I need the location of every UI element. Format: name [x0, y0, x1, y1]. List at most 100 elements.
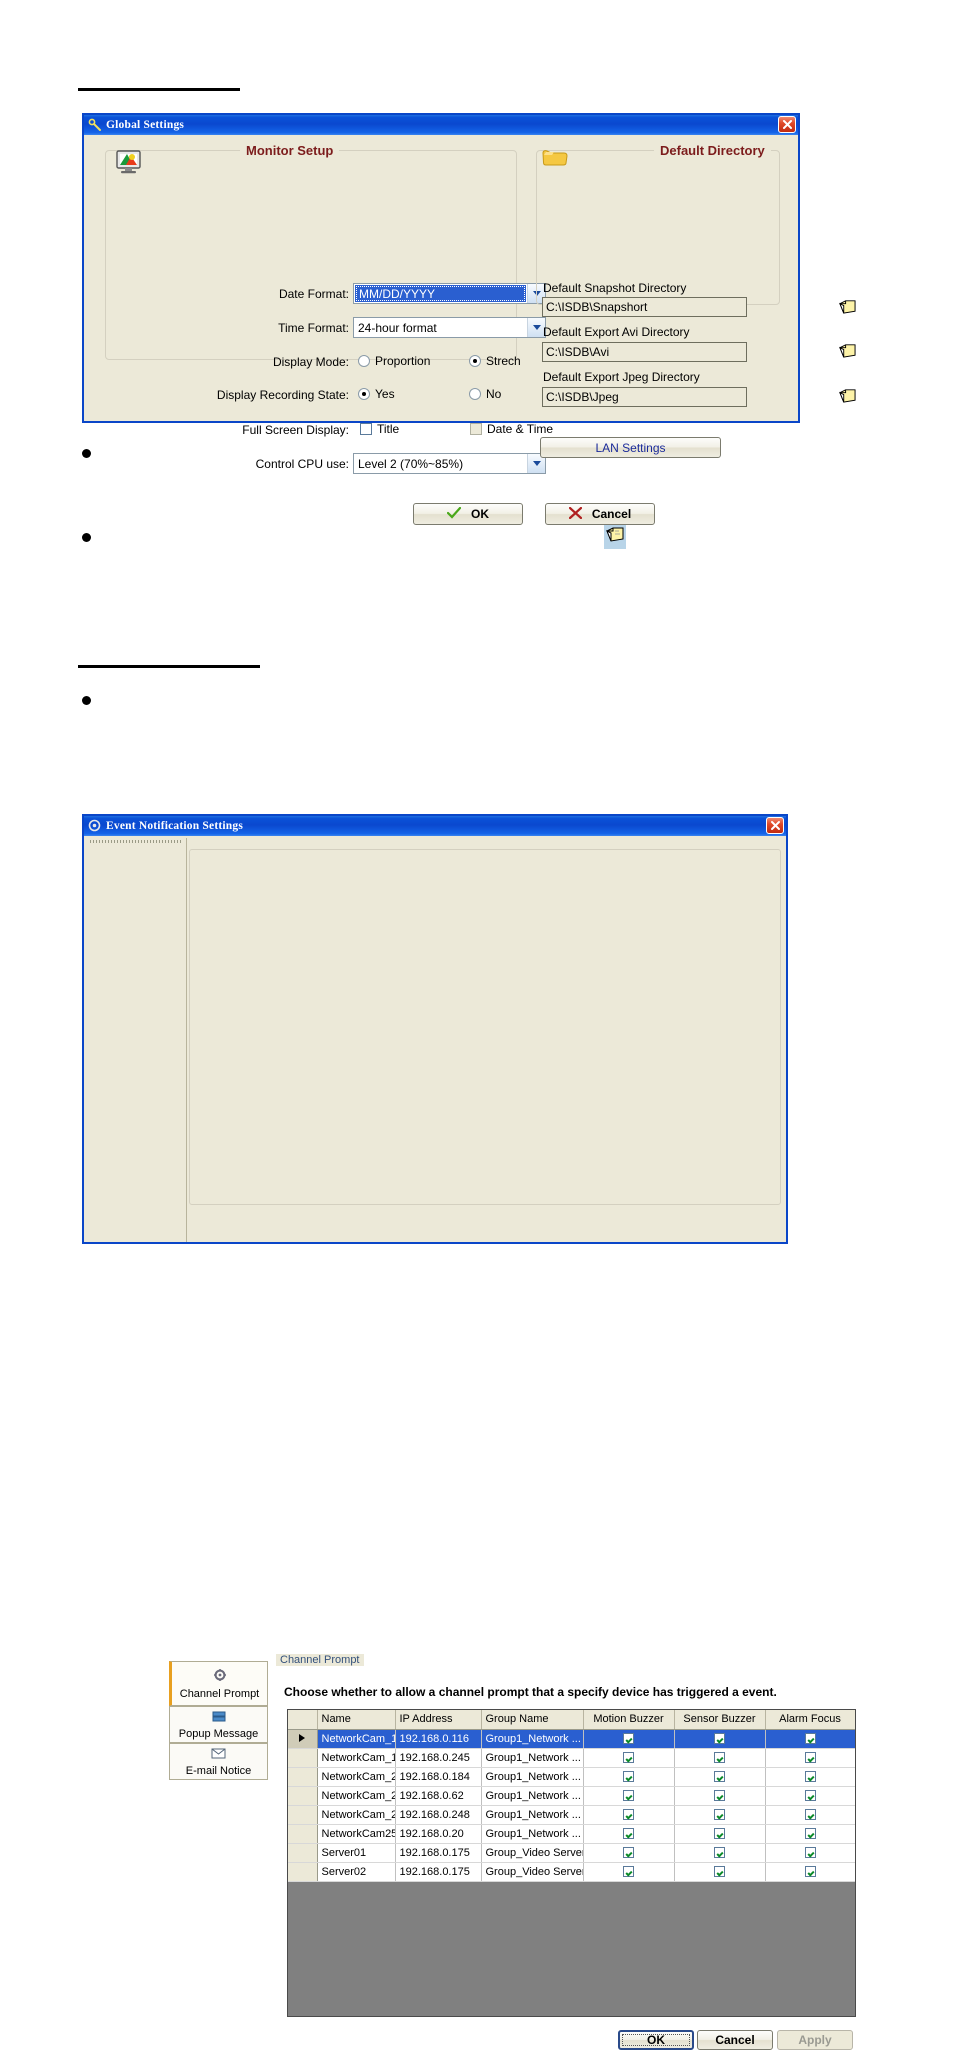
cell-sensor-buzzer[interactable]	[674, 1805, 766, 1825]
table-row[interactable]: NetworkCam25 192.168.0.20 Group1_Network…	[288, 1824, 855, 1844]
display-mode-strech-radio[interactable]: Strech	[469, 354, 521, 368]
cell-motion-buzzer[interactable]	[583, 1843, 675, 1863]
checkbox-alarm[interactable]	[804, 1828, 816, 1840]
checkbox-motion[interactable]	[623, 1733, 634, 1745]
cell-motion-buzzer[interactable]	[583, 1767, 675, 1787]
devices-table: Name IP Address Group Name Motion Buzzer…	[288, 1710, 855, 1882]
date-format-combo[interactable]: MM/DD/YYYY	[353, 283, 546, 304]
cell-alarm-focus[interactable]	[765, 1862, 855, 1882]
display-mode-label: Display Mode:	[272, 355, 349, 369]
ok-button[interactable]: OK	[618, 2030, 694, 2050]
cell-alarm-focus[interactable]	[765, 1805, 855, 1825]
sidebar-item-email-notice[interactable]: E-mail Notice	[169, 1743, 268, 1780]
default-export-jpeg-dir-input[interactable]: C:\ISDB\Jpeg	[542, 387, 747, 407]
browse-avi-folder-icon[interactable]	[838, 342, 857, 364]
checkbox-sensor[interactable]	[714, 1828, 725, 1840]
checkbox-sensor[interactable]	[714, 1809, 725, 1821]
col-name[interactable]: Name	[317, 1710, 396, 1730]
ok-button[interactable]: OK	[413, 503, 523, 525]
table-row[interactable]: NetworkCam_24 192.168.0.184 Group1_Netwo…	[288, 1767, 855, 1787]
cell-motion-buzzer[interactable]	[583, 1805, 675, 1825]
display-recording-no-radio[interactable]: No	[469, 387, 501, 401]
col-alarm-focus[interactable]: Alarm Focus	[765, 1710, 855, 1730]
cell-sensor-buzzer[interactable]	[674, 1767, 766, 1787]
sidebar-item-label: Channel Prompt	[179, 1687, 260, 1700]
checkbox-alarm[interactable]	[804, 1771, 816, 1783]
table-row[interactable]: NetworkCam_14 192.168.0.245 Group1_Netwo…	[288, 1748, 855, 1768]
table-row[interactable]: Server02 192.168.0.175 Group_Video Serve…	[288, 1862, 855, 1882]
close-icon[interactable]	[778, 116, 796, 133]
col-motion-buzzer[interactable]: Motion Buzzer	[583, 1710, 675, 1730]
checkbox-sensor[interactable]	[714, 1866, 725, 1878]
time-format-combo[interactable]: 24-hour format	[353, 317, 546, 338]
sidebar-item-channel-prompt[interactable]: Channel Prompt	[169, 1661, 268, 1706]
checkbox-alarm[interactable]	[804, 1847, 816, 1859]
checkbox-motion[interactable]	[623, 1752, 634, 1764]
checkbox-alarm[interactable]	[804, 1752, 816, 1764]
checkbox-sensor[interactable]	[714, 1752, 725, 1764]
cell-sensor-buzzer[interactable]	[674, 1786, 766, 1806]
cell-alarm-focus[interactable]	[765, 1824, 855, 1844]
cancel-button[interactable]: Cancel	[545, 503, 655, 525]
cell-motion-buzzer[interactable]	[583, 1729, 675, 1749]
wrench-icon	[88, 118, 102, 132]
default-export-avi-dir-input[interactable]: C:\ISDB\Avi	[542, 342, 747, 362]
default-snapshot-dir-label: Default Snapshot Directory	[543, 281, 687, 295]
table-row[interactable]: NetworkCam_26 192.168.0.62 Group1_Networ…	[288, 1786, 855, 1806]
checkbox-motion[interactable]	[623, 1828, 634, 1840]
table-row[interactable]: Server01 192.168.0.175 Group_Video Serve…	[288, 1843, 855, 1863]
cell-motion-buzzer[interactable]	[583, 1748, 675, 1768]
global-settings-titlebar[interactable]: Global Settings	[84, 115, 798, 135]
cell-alarm-focus[interactable]	[765, 1786, 855, 1806]
col-sensor-buzzer[interactable]: Sensor Buzzer	[674, 1710, 766, 1730]
cell-sensor-buzzer[interactable]	[674, 1843, 766, 1863]
tabstrip-grip[interactable]	[90, 840, 182, 843]
radio-indicator	[358, 355, 370, 367]
cell-ip: 192.168.0.184	[395, 1767, 482, 1787]
control-cpu-combo[interactable]: Level 2 (70%~85%)	[353, 453, 546, 474]
checkbox-motion[interactable]	[623, 1809, 634, 1821]
event-notification-titlebar[interactable]: Event Notification Settings	[84, 816, 786, 836]
lan-settings-button[interactable]: LAN Settings	[540, 437, 721, 458]
checkbox-alarm[interactable]	[804, 1733, 816, 1745]
full-screen-title-checkbox[interactable]: Title	[360, 422, 399, 436]
cell-alarm-focus[interactable]	[765, 1729, 855, 1749]
cell-motion-buzzer[interactable]	[583, 1824, 675, 1844]
display-recording-yes-radio[interactable]: Yes	[358, 387, 395, 401]
table-row[interactable]: NetworkCam_25 192.168.0.248 Group1_Netwo…	[288, 1805, 855, 1825]
checkbox-sensor[interactable]	[714, 1790, 725, 1802]
col-ip-address[interactable]: IP Address	[395, 1710, 482, 1730]
display-recording-yes-label: Yes	[375, 387, 395, 401]
checkbox-alarm[interactable]	[804, 1866, 816, 1878]
cell-motion-buzzer[interactable]	[583, 1786, 675, 1806]
checkbox-alarm[interactable]	[804, 1790, 816, 1802]
cell-alarm-focus[interactable]	[765, 1767, 855, 1787]
devices-table-body: NetworkCam_11 192.168.0.116 Group1_Netwo…	[288, 1729, 855, 1882]
checkbox-sensor[interactable]	[714, 1771, 725, 1783]
devices-grid[interactable]: Name IP Address Group Name Motion Buzzer…	[287, 1709, 856, 2017]
cell-motion-buzzer[interactable]	[583, 1862, 675, 1882]
cell-sensor-buzzer[interactable]	[674, 1824, 766, 1844]
cell-sensor-buzzer[interactable]	[674, 1748, 766, 1768]
full-screen-datetime-checkbox[interactable]: Date & Time	[470, 422, 553, 436]
cell-sensor-buzzer[interactable]	[674, 1862, 766, 1882]
cell-alarm-focus[interactable]	[765, 1843, 855, 1863]
cancel-button[interactable]: Cancel	[697, 2030, 773, 2050]
display-mode-proportion-radio[interactable]: Proportion	[358, 354, 430, 368]
sidebar-item-popup-message[interactable]: Popup Message	[169, 1706, 268, 1743]
checkbox-motion[interactable]	[623, 1771, 634, 1783]
checkbox-sensor[interactable]	[714, 1847, 725, 1859]
cell-sensor-buzzer[interactable]	[674, 1729, 766, 1749]
checkbox-alarm[interactable]	[804, 1809, 816, 1821]
table-row[interactable]: NetworkCam_11 192.168.0.116 Group1_Netwo…	[288, 1729, 855, 1749]
close-icon[interactable]	[766, 817, 784, 834]
browse-snapshot-folder-icon[interactable]	[838, 298, 857, 320]
checkbox-motion[interactable]	[623, 1790, 634, 1802]
checkbox-sensor[interactable]	[714, 1733, 725, 1745]
checkbox-motion[interactable]	[623, 1866, 634, 1878]
cell-alarm-focus[interactable]	[765, 1748, 855, 1768]
checkbox-motion[interactable]	[623, 1847, 634, 1859]
browse-jpeg-folder-icon[interactable]	[838, 387, 857, 409]
default-snapshot-dir-input[interactable]: C:\ISDB\Snapshort	[542, 297, 747, 317]
col-group-name[interactable]: Group Name	[481, 1710, 584, 1730]
